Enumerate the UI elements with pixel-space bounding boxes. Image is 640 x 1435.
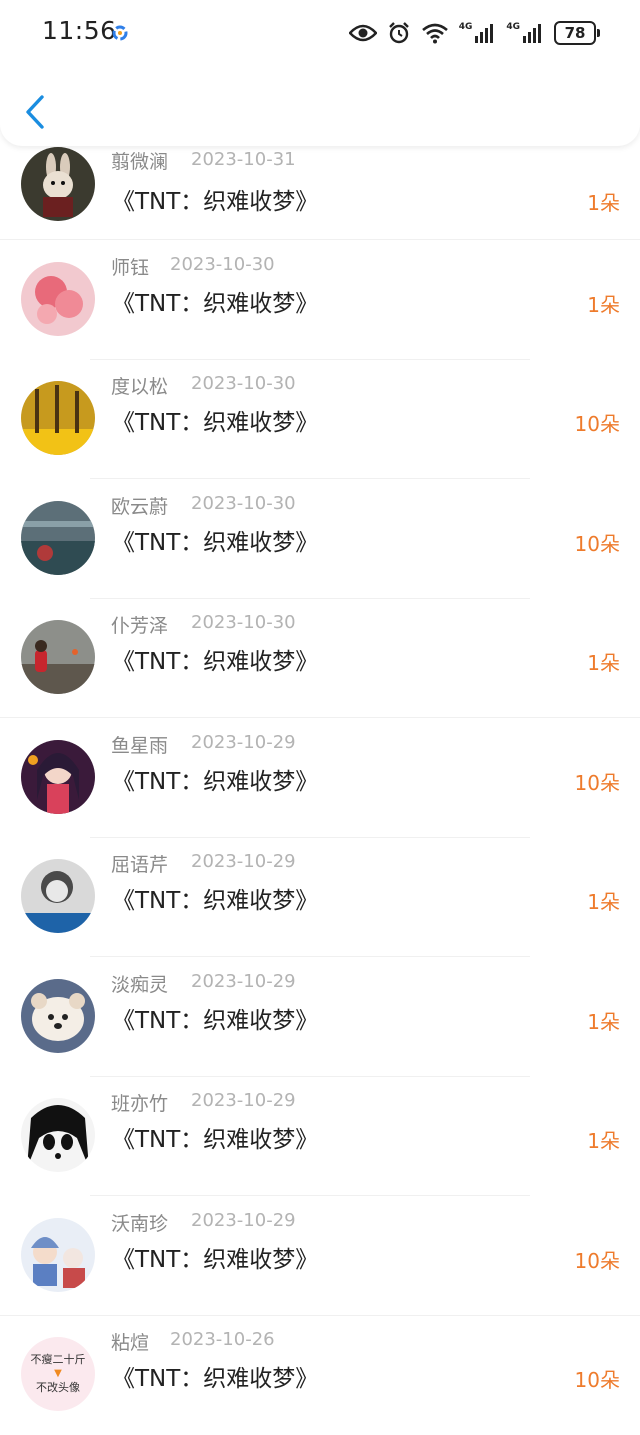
list-item[interactable]: 鱼星雨 2023-10-29 《TNT：织难收梦》 10朵 [0, 719, 640, 838]
flower-amount: 10朵 [574, 1249, 620, 1273]
flower-amount: 1朵 [587, 293, 620, 317]
avatar-image [21, 1098, 95, 1172]
donation-date: 2023-10-29 [191, 851, 296, 872]
divider [90, 956, 530, 957]
donor-name: 度以松 [111, 376, 169, 398]
donor-name: 粘煊 [111, 1332, 150, 1354]
avatar [21, 1218, 95, 1292]
book-title: 《TNT：织难收梦》 [112, 189, 319, 215]
book-title: 《TNT：织难收梦》 [112, 1366, 319, 1392]
avatar-image [21, 262, 95, 336]
donor-name: 屈语芹 [111, 854, 169, 876]
donation-date: 2023-10-26 [170, 1329, 275, 1350]
battery-level: 78 [554, 21, 596, 45]
donor-name: 仆芳泽 [111, 615, 169, 637]
donation-date: 2023-10-30 [191, 373, 296, 394]
flower-amount: 10朵 [574, 1368, 620, 1392]
list-item[interactable]: 仆芳泽 2023-10-30 《TNT：织难收梦》 1朵 [0, 599, 640, 718]
book-title: 《TNT：织难收梦》 [112, 291, 319, 317]
status-time: 11:56 [42, 16, 117, 45]
avatar-image [21, 147, 95, 221]
network-type-label: 4G [458, 22, 473, 32]
avatar-image [21, 740, 95, 814]
flower-amount: 10朵 [574, 412, 620, 436]
donor-name: 班亦竹 [111, 1093, 169, 1115]
status-bar: 11:56 4G 4G 78 [0, 0, 640, 66]
book-title: 《TNT：织难收梦》 [112, 1247, 319, 1273]
book-title: 《TNT：织难收梦》 [112, 410, 319, 436]
divider [90, 1195, 530, 1196]
flower-amount: 1朵 [587, 1129, 620, 1153]
avatar [21, 1098, 95, 1172]
avatar-text-line: 不瘦二十斤 [30, 1353, 86, 1366]
book-title: 《TNT：织难收梦》 [112, 1127, 319, 1153]
eye-icon [348, 24, 377, 42]
avatar-text: 不瘦二十斤 ▼ 不改头像 [21, 1337, 95, 1411]
avatar-image [21, 1218, 95, 1292]
signal-icon [523, 24, 541, 43]
donor-name: 欧云蔚 [111, 496, 169, 518]
divider [0, 717, 640, 718]
list-item[interactable]: 不瘦二十斤 ▼ 不改头像 粘煊 2023-10-26 《TNT：织难收梦》 10… [0, 1316, 640, 1435]
book-title: 《TNT：织难收梦》 [112, 649, 319, 675]
donor-name: 鱼星雨 [111, 735, 169, 757]
list-item[interactable]: 班亦竹 2023-10-29 《TNT：织难收梦》 1朵 [0, 1077, 640, 1196]
avatar [21, 501, 95, 575]
avatar [21, 620, 95, 694]
donation-date: 2023-10-31 [191, 149, 296, 170]
donation-date: 2023-10-30 [191, 612, 296, 633]
app-notification-icon [112, 25, 128, 41]
avatar [21, 381, 95, 455]
avatar [21, 740, 95, 814]
signal-icon [475, 24, 494, 43]
avatar [21, 859, 95, 933]
flower-amount: 1朵 [587, 1010, 620, 1034]
chevron-left-icon [26, 95, 44, 129]
book-title: 《TNT：织难收梦》 [112, 530, 319, 556]
divider [90, 478, 530, 479]
list-item[interactable]: 欧云蔚 2023-10-30 《TNT：织难收梦》 10朵 [0, 480, 640, 599]
book-title: 《TNT：织难收梦》 [112, 769, 319, 795]
avatar: 不瘦二十斤 ▼ 不改头像 [21, 1337, 95, 1411]
donor-name: 师钰 [111, 257, 150, 279]
carrot-icon: ▼ [54, 1368, 62, 1379]
avatar [21, 979, 95, 1053]
donation-date: 2023-10-29 [191, 1090, 296, 1111]
list-item[interactable]: 师钰 2023-10-30 《TNT：织难收梦》 1朵 [0, 241, 640, 360]
back-button[interactable] [18, 90, 52, 134]
donor-name: 淡痴灵 [111, 974, 169, 996]
avatar-image [21, 979, 95, 1053]
avatar-image [21, 620, 95, 694]
alarm-icon [388, 22, 409, 44]
avatar-image [21, 859, 95, 933]
donation-date: 2023-10-30 [170, 254, 275, 275]
donation-date: 2023-10-29 [191, 732, 296, 753]
status-icons: 4G 4G 78 [348, 19, 600, 47]
flower-amount: 1朵 [587, 651, 620, 675]
list-item[interactable]: 度以松 2023-10-30 《TNT：织难收梦》 10朵 [0, 360, 640, 479]
avatar-image [21, 501, 95, 575]
book-title: 《TNT：织难收梦》 [112, 888, 319, 914]
list-item[interactable]: 淡痴灵 2023-10-29 《TNT：织难收梦》 1朵 [0, 958, 640, 1077]
avatar-image [21, 381, 95, 455]
flower-amount: 1朵 [587, 890, 620, 914]
list-item[interactable]: 屈语芹 2023-10-29 《TNT：织难收梦》 1朵 [0, 838, 640, 957]
donation-date: 2023-10-30 [191, 493, 296, 514]
divider [0, 239, 640, 240]
book-title: 《TNT：织难收梦》 [112, 1008, 319, 1034]
avatar-text-line: 不改头像 [36, 1381, 80, 1394]
battery-icon: 78 [554, 21, 600, 45]
flower-amount: 10朵 [574, 771, 620, 795]
flower-amount: 10朵 [574, 532, 620, 556]
donor-name: 翦微澜 [111, 151, 169, 173]
donation-date: 2023-10-29 [191, 1210, 296, 1231]
wifi-icon [421, 23, 448, 44]
list-item[interactable]: 沃南珍 2023-10-29 《TNT：织难收梦》 10朵 [0, 1197, 640, 1316]
donation-date: 2023-10-29 [191, 971, 296, 992]
donor-name: 沃南珍 [111, 1213, 169, 1235]
network-type-label: 4G [506, 22, 520, 32]
flower-amount: 1朵 [587, 191, 620, 215]
avatar [21, 262, 95, 336]
avatar [21, 147, 95, 221]
